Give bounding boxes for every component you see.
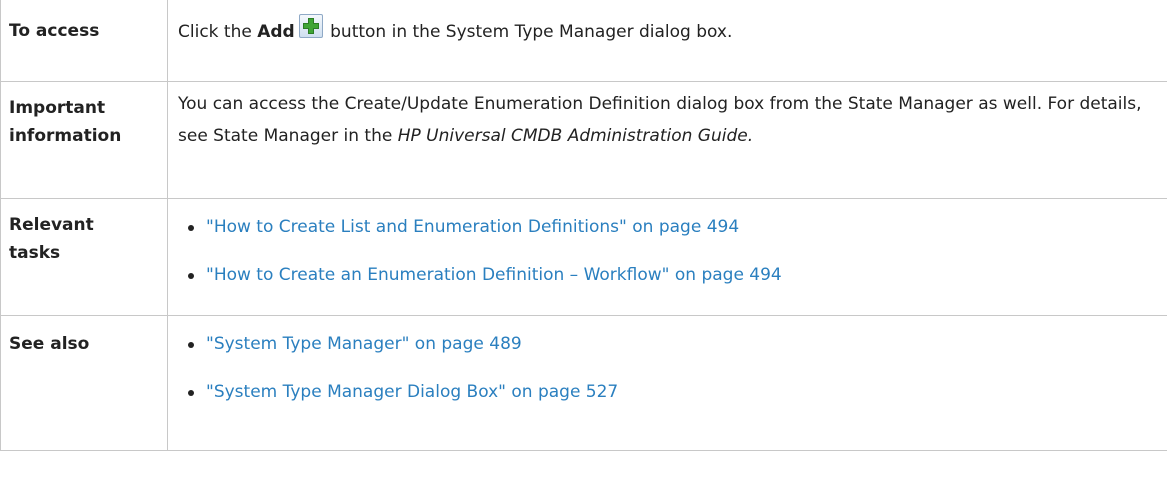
heading-label: Important <box>9 98 106 118</box>
link-system-type-manager[interactable]: "System Type Manager" on page 489 <box>206 334 522 354</box>
heading-label: See also <box>9 334 90 354</box>
heading-label: Relevant <box>9 215 94 235</box>
table-row: Relevant tasks "How to Create List and E… <box>0 198 1167 316</box>
heading-label: tasks <box>9 243 61 263</box>
link-create-enum-definition-workflow[interactable]: "How to Create an Enumeration Definition… <box>206 265 782 285</box>
add-word: Add <box>257 22 295 42</box>
list-item: "How to Create an Enumeration Definition… <box>178 259 1159 307</box>
table-row: To access Click the Add button in the Sy… <box>0 0 1167 82</box>
list-item: "System Type Manager" on page 489 <box>178 328 1159 376</box>
bullet-icon <box>188 273 194 279</box>
list-item: "System Type Manager Dialog Box" on page… <box>178 376 1159 424</box>
link-system-type-manager-dialog-box[interactable]: "System Type Manager Dialog Box" on page… <box>206 382 618 402</box>
heading-label: information <box>9 126 122 146</box>
add-plus-icon <box>298 14 323 38</box>
table-row: Important information You can access the… <box>0 81 1167 199</box>
bullet-icon <box>188 390 194 396</box>
table-row: See also "System Type Manager" on page 4… <box>0 315 1167 451</box>
relevant-tasks-list: "How to Create List and Enumeration Defi… <box>178 211 1159 307</box>
guide-title: HP Universal CMDB Administration Guide. <box>397 126 754 146</box>
see-also-list: "System Type Manager" on page 489 "Syste… <box>178 328 1159 424</box>
see-also-list-cell: "System Type Manager" on page 489 "Syste… <box>167 315 1167 451</box>
row-heading-relevant-tasks: Relevant tasks <box>0 198 168 316</box>
link-create-list-enum-definitions[interactable]: "How to Create List and Enumeration Defi… <box>206 217 739 237</box>
row-heading-important-information: Important information <box>0 81 168 199</box>
important-description: You can access the Create/Update Enumera… <box>167 81 1167 199</box>
heading-label: To access <box>9 21 100 41</box>
list-item: "How to Create List and Enumeration Defi… <box>178 211 1159 259</box>
row-heading-see-also: See also <box>0 315 168 451</box>
row-heading-to-access: To access <box>0 0 168 82</box>
access-text-before: Click the <box>178 22 258 42</box>
access-description: Click the Add button in the System Type … <box>167 0 1167 82</box>
access-text-after: button in the System Type Manager dialog… <box>324 22 733 42</box>
info-table: To access Click the Add button in the Sy… <box>0 0 1167 451</box>
bullet-icon <box>188 342 194 348</box>
relevant-tasks-list-cell: "How to Create List and Enumeration Defi… <box>167 198 1167 316</box>
bullet-icon <box>188 225 194 231</box>
